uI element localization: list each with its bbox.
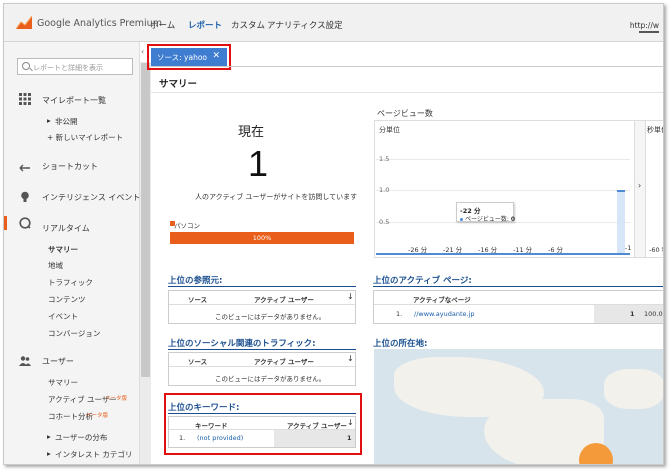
account-url-underline [639, 31, 659, 33]
users-icon [19, 356, 31, 366]
locations-map[interactable] [374, 349, 663, 464]
account-url[interactable]: http://w [630, 21, 659, 30]
tooltip-body: ページビュー数: 0 [460, 214, 515, 223]
map-land [604, 369, 663, 409]
device-share-bar: 100% [170, 232, 354, 244]
sidebar: レポートと詳細を表示 マイレポート一覧 ▸ 非公開 + 新しいマイレポート ショ… [4, 42, 140, 464]
referrals-empty-message: このビューにはデータがありません。 [215, 313, 326, 321]
sidebar-item-my-reports[interactable]: マイレポート一覧 [42, 95, 106, 106]
chart-gridline [376, 190, 630, 192]
collapse-sidebar-icon[interactable]: ‹ [141, 47, 144, 56]
active-pages-title: 上位のアクティブ ページ: [373, 276, 472, 286]
active-page-link[interactable]: //www.ayudante.jp [414, 310, 475, 318]
beta-badge: ベータ版 [86, 413, 109, 419]
social-empty-message: このビューにはデータがありません。 [215, 375, 326, 383]
sidebar-item-private[interactable]: 非公開 [55, 116, 78, 127]
active-page-row-index: 1. [396, 310, 403, 318]
chart-tooltip: -22 分 ページビュー数: 0 [456, 202, 515, 223]
nav-report[interactable]: レポート [188, 19, 222, 31]
sidebar-item-intelligence[interactable]: インテリジェンス イベント [42, 192, 140, 203]
active-page-count: 1 [630, 310, 635, 318]
y-tick-label: 1.0 [379, 186, 390, 195]
x-tick-seconds: -60 秒 [649, 246, 663, 254]
chart-gridline [376, 159, 630, 160]
highlight-box-keywords [164, 393, 362, 455]
realtime-icon [19, 217, 31, 229]
page-title: サマリー [159, 79, 198, 90]
pageviews-title: ページビュー数 [377, 109, 433, 118]
referrals-col-active[interactable]: アクティブ ユーザー [254, 294, 314, 304]
locations-title: 上位の所在地: [373, 339, 428, 349]
unit-minutes-label: 分単位 [379, 126, 400, 134]
shortcut-icon [19, 164, 30, 172]
nav-custom[interactable]: カスタム [231, 19, 265, 31]
device-label: パソコン [174, 222, 200, 230]
sidebar-item-rt-events[interactable]: イベント [48, 311, 78, 322]
top-bar: Google Analytics Premium ホーム レポート カスタム ア… [4, 4, 663, 42]
nav-home[interactable]: ホーム [150, 19, 175, 31]
nav-admin[interactable]: アナリティクス設定 [267, 19, 343, 31]
grid-icon [19, 93, 31, 105]
x-tick-label: -1 [625, 244, 632, 252]
beta-badge: ベータ版 [105, 396, 128, 402]
scrollbar-thumb[interactable] [141, 63, 150, 377]
active-user-count: 1 [248, 143, 269, 184]
sidebar-item-new-report[interactable]: + 新しいマイレポート [47, 132, 123, 143]
sidebar-scrollbar[interactable] [140, 62, 151, 464]
social-title: 上位のソーシャル関連のトラフィック: [168, 339, 316, 349]
now-label: 現在 [238, 125, 265, 140]
sidebar-item-interests[interactable]: インタレスト カテゴリ [55, 449, 132, 460]
referrals-underline [168, 286, 356, 287]
series-dot-icon [460, 218, 463, 221]
referrals-title: 上位の参照元: [168, 276, 223, 286]
active-pages-col-page[interactable]: アクティブなページ [413, 294, 471, 304]
lightbulb-icon [21, 191, 29, 202]
sidebar-item-rt-summary[interactable]: サマリー [48, 244, 78, 255]
analytics-logo-icon [16, 16, 32, 29]
active-pages-underline [373, 286, 663, 287]
sidebar-item-rt-content[interactable]: コンテンツ [48, 294, 86, 305]
social-col-source[interactable]: ソース [188, 356, 207, 366]
search-icon [22, 62, 30, 70]
sidebar-item-user-summary[interactable]: サマリー [48, 377, 78, 388]
y-tick-label: 0.5 [379, 217, 390, 226]
selected-indicator [4, 216, 7, 230]
sort-down-icon[interactable]: ↓ [347, 354, 354, 363]
row-divider [169, 366, 355, 367]
chart-bar[interactable] [617, 190, 625, 253]
search-placeholder: レポートと詳細を表示 [33, 64, 103, 72]
row-divider [169, 304, 355, 305]
active-page-pct: 100.0 [644, 310, 663, 318]
referrals-col-source[interactable]: ソース [188, 294, 207, 304]
social-underline [168, 349, 356, 350]
chart-bar-top [617, 190, 625, 193]
device-share-pct: 100% [252, 234, 272, 242]
sidebar-item-users[interactable]: ユーザー [42, 356, 74, 367]
sidebar-item-demographics[interactable]: ユーザーの分布 [55, 432, 107, 443]
tooltip-value: 0 [510, 216, 516, 223]
chart-split-divider[interactable]: › [634, 121, 646, 257]
tab-divider [151, 66, 663, 67]
chevron-right-icon[interactable]: › [638, 181, 641, 190]
social-col-active[interactable]: アクティブ ユーザー [254, 356, 314, 366]
brand-name: Google Analytics Premium [37, 18, 162, 29]
bullet-icon: ▸ [47, 432, 51, 441]
active-user-description: 人のアクティブ ユーザーがサイトを訪問しています [195, 193, 358, 201]
sidebar-item-rt-traffic[interactable]: トラフィック [48, 277, 93, 288]
chart-baseline [376, 253, 630, 255]
unit-seconds-label: 秒単位 [647, 126, 663, 134]
sidebar-item-rt-region[interactable]: 地域 [48, 260, 63, 271]
bullet-icon: ▸ [47, 116, 51, 125]
bullet-icon: ▸ [47, 449, 51, 458]
sidebar-item-shortcut[interactable]: ショートカット [42, 161, 98, 172]
tooltip-label: ページビュー数: [465, 216, 509, 223]
window: Google Analytics Premium ホーム レポート カスタム ア… [3, 3, 664, 465]
sort-down-icon[interactable]: ↓ [347, 292, 354, 301]
sidebar-item-rt-conversions[interactable]: コンバージョン [48, 328, 100, 339]
title-divider [151, 92, 663, 93]
sidebar-item-realtime[interactable]: リアルタイム [42, 223, 90, 234]
report-search-input[interactable]: レポートと詳細を表示 [17, 58, 133, 75]
y-tick-label: 1.5 [379, 155, 390, 163]
